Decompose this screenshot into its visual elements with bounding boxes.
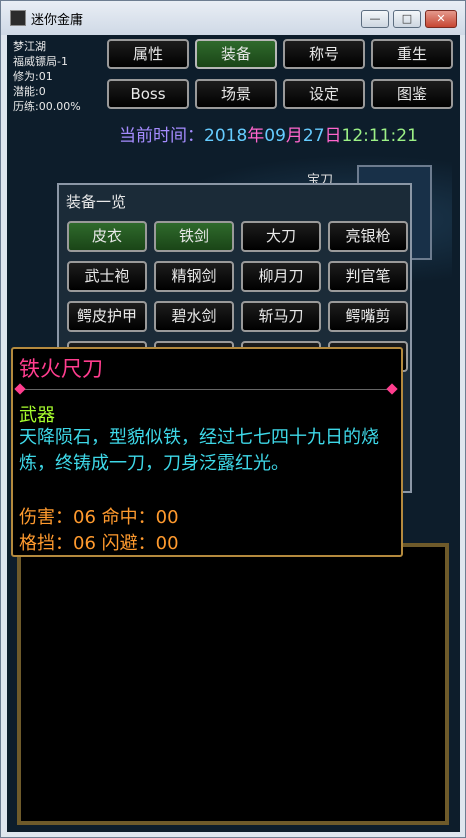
player-stats: 梦江湖 福威镖局-1 修为:01 潜能:0 历练:00.00% [13,39,81,114]
tooltip-stats-defense: 格挡：06 闪避：00 [19,533,179,554]
equipment-item[interactable]: 皮衣 [67,221,147,252]
nav-equipment-button[interactable]: 装备 [195,39,277,69]
nav-titles-button[interactable]: 称号 [283,39,365,69]
tooltip-item-name: 铁火尺刀 [19,357,103,381]
time-clock: 12:11:21 [341,126,418,146]
stat-potential: 潜能:0 [13,85,46,98]
maximize-button[interactable]: □ [393,10,421,28]
minimize-button[interactable]: — [361,10,389,28]
equipment-item[interactable]: 铁剑 [154,221,234,252]
stat-experience: 历练:00.00% [13,100,81,113]
nav-scene-button[interactable]: 场景 [195,79,277,109]
stat-location: 梦江湖 [13,40,46,53]
window-title: 迷你金庸 [31,13,84,28]
equipment-item[interactable]: 判官笔 [328,261,408,292]
nav-settings-button[interactable]: 设定 [283,79,365,109]
equipment-item[interactable]: 斩马刀 [241,301,321,332]
time-year-char: 年 [247,126,265,146]
diamond-icon [14,383,26,395]
tooltip-divider [19,389,394,390]
time-day-char: 日 [324,126,342,146]
equipment-item[interactable]: 大刀 [241,221,321,252]
time-month: 09 [264,126,286,146]
equipment-item[interactable]: 精钢剑 [154,261,234,292]
panel-title: 装备一览 [66,193,127,211]
tooltip-description: 天降陨石，型貌似铁，经过七七四十九日的烧炼，终铸成一刀，刀身泛露红光。 [19,427,379,474]
equipment-item[interactable]: 碧水剑 [154,301,234,332]
nav-boss-button[interactable]: Boss [107,79,189,109]
time-year: 2018 [204,126,248,146]
time-month-char: 月 [285,126,303,146]
equipment-item[interactable]: 亮银枪 [328,221,408,252]
item-tooltip: 铁火尺刀 武器 天降陨石，型貌似铁，经过七七四十九日的烧炼，终铸成一刀，刀身泛露… [11,347,403,557]
stat-cultivation: 修为:01 [13,70,53,83]
nav-rebirth-button[interactable]: 重生 [371,39,453,69]
nav-attributes-button[interactable]: 属性 [107,39,189,69]
game-client: 梦江湖 福威镖局-1 修为:01 潜能:0 历练:00.00% 属性 装备 称号… [7,35,460,832]
equipment-item[interactable]: 鳄皮护甲 [67,301,147,332]
diamond-icon [386,383,398,395]
title-bar: 迷你金庸 — □ ✕ [1,1,465,35]
equipment-item[interactable]: 武士袍 [67,261,147,292]
equipment-item[interactable]: 鳄嘴剪 [328,301,408,332]
time-day: 27 [302,126,325,146]
app-icon [10,10,26,26]
tooltip-stats-attack: 伤害：06 命中：00 [19,507,179,528]
tooltip-item-type: 武器 [19,405,55,426]
equipment-item[interactable]: 柳月刀 [241,261,321,292]
app-window: 迷你金庸 — □ ✕ 梦江湖 福威镖局-1 修为:01 潜能:0 历练:00.0… [0,0,466,838]
message-log [17,543,449,825]
time-label: 当前时间： [119,126,204,146]
current-time: 当前时间：2018年09月27日12:11:21 [119,121,418,146]
nav-codex-button[interactable]: 图鉴 [371,79,453,109]
close-button[interactable]: ✕ [425,10,457,28]
stat-map: 福威镖局-1 [13,55,68,68]
